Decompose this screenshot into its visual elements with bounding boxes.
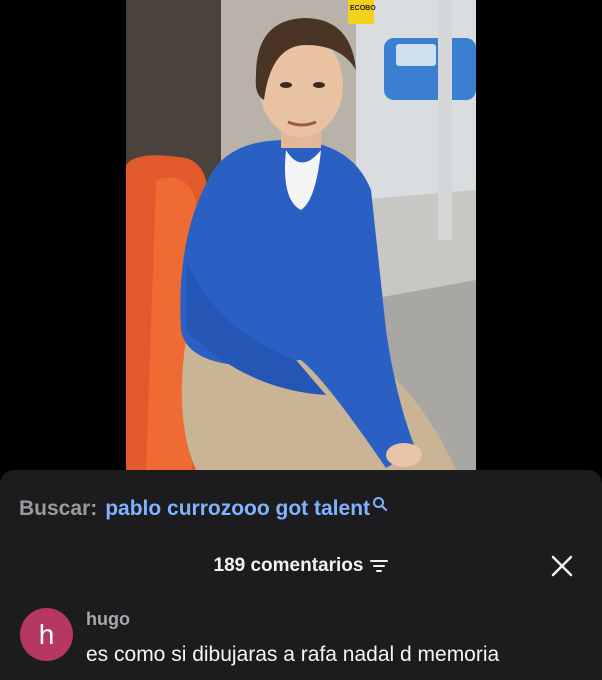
avatar[interactable]: h	[20, 608, 73, 661]
comment-item: h hugo es como si dibujaras a rafa nadal…	[20, 605, 590, 675]
video-player[interactable]: ECOBO	[126, 0, 476, 470]
sign-text: ECOBO	[350, 5, 376, 12]
video-frame-image: ECOBO	[126, 0, 476, 470]
search-label: Buscar:	[19, 497, 98, 520]
close-icon	[551, 555, 573, 577]
search-icon[interactable]	[372, 494, 388, 511]
sort-icon[interactable]	[370, 558, 389, 574]
comments-header: 189 comentarios	[0, 552, 602, 580]
comment-text: es como si dibujaras a rafa nadal d memo…	[86, 643, 500, 666]
search-query-link[interactable]: pablo currozooo got talent	[105, 497, 370, 521]
comment-username[interactable]: hugo	[86, 609, 130, 630]
comments-sheet: Buscar: pablo currozooo got talent 189 c…	[0, 470, 602, 680]
search-suggestion[interactable]: Buscar: pablo currozooo got talent	[19, 494, 388, 524]
app-screen: ECOBO Buscar: pablo currozooo got talent…	[0, 0, 602, 680]
close-button[interactable]	[550, 554, 574, 578]
comments-count: 189 comentarios	[213, 555, 364, 576]
